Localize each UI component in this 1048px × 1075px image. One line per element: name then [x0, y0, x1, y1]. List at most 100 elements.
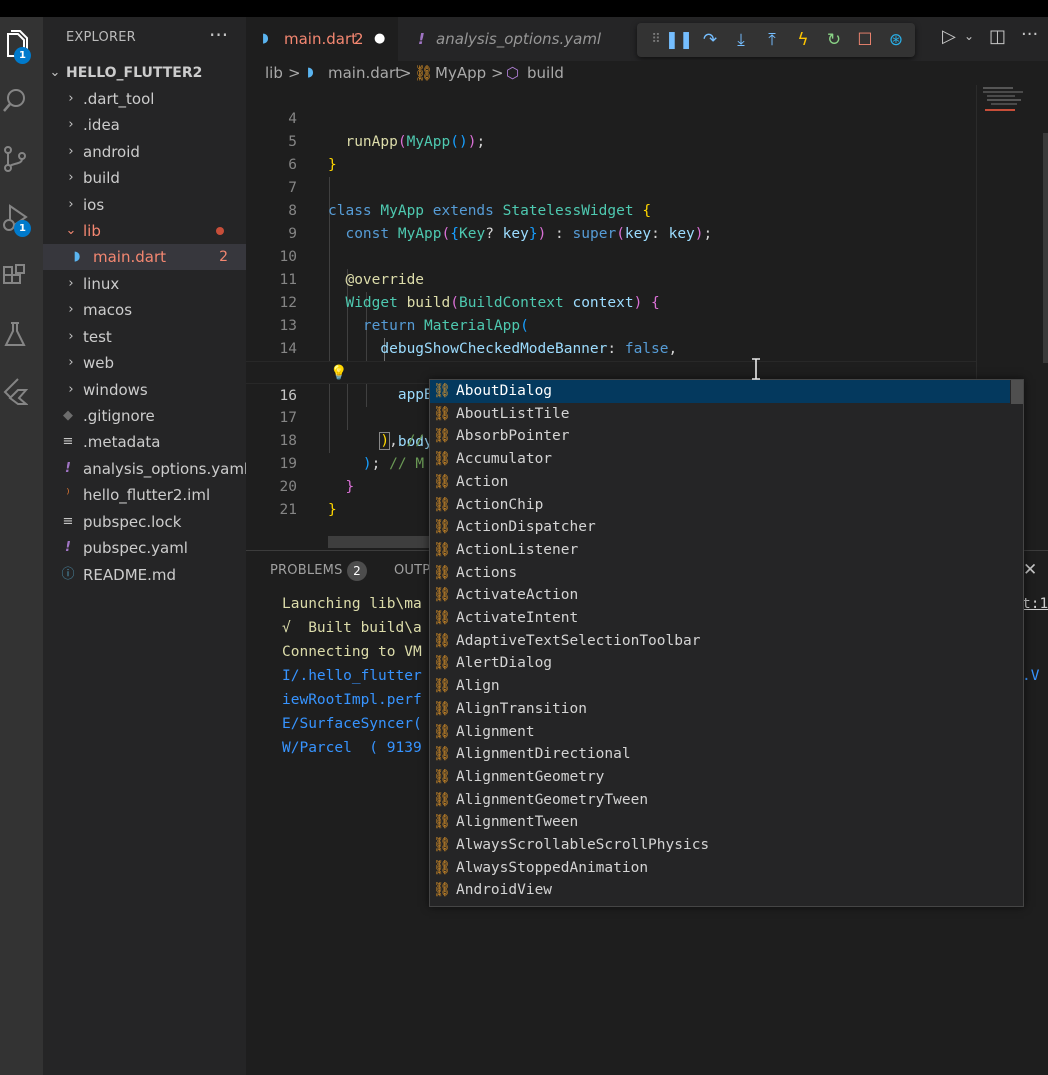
tree-item-iml[interactable]: ⁾ hello_flutter2.iml — [43, 482, 246, 508]
suggestion-item[interactable]: ⛓ Actions — [430, 562, 1010, 585]
tree-item-macos[interactable]: › macos — [43, 297, 246, 323]
suggestion-item[interactable]: ⛓ AlertDialog — [430, 652, 1010, 675]
flutter-icon[interactable] — [0, 373, 30, 409]
tree-item-pubspec-yaml[interactable]: ! pubspec.yaml — [43, 535, 246, 561]
extensions-icon[interactable] — [0, 259, 30, 295]
tree-item-label: main.dart — [93, 248, 167, 266]
dart-file-icon: ◗ — [307, 65, 314, 80]
explorer-badge: 1 — [14, 47, 31, 64]
breadcrumb-lib[interactable]: lib — [265, 61, 283, 85]
info-icon: ⓘ — [61, 567, 75, 582]
autocomplete-suggestions: ⛓ AboutDialog ⛓ AboutListTile ⛓ AbsorbPoint… — [429, 379, 1024, 907]
class-icon: ⛓ — [433, 655, 451, 672]
suggestion-item[interactable]: ⛓ AlwaysStoppedAnimation — [430, 857, 1010, 880]
breadcrumb-main-dart[interactable]: main.dart — [328, 61, 401, 85]
tree-item-dart-tool[interactable]: › .dart_tool — [43, 86, 246, 112]
suggestion-item[interactable]: ⛓ AbsorbPointer — [430, 425, 1010, 448]
tree-item-web[interactable]: › web — [43, 350, 246, 376]
breadcrumb-build[interactable]: build — [527, 61, 564, 85]
class-icon: ⛓ — [433, 541, 451, 558]
suggestion-item[interactable]: ⛓ ActivateIntent — [430, 607, 1010, 630]
suggestion-item[interactable]: ⛓ AndroidView — [430, 879, 1010, 902]
tab-problems[interactable]: PROBLEMS — [270, 563, 343, 578]
more-actions-icon[interactable]: ··· — [209, 23, 228, 47]
title-strip — [0, 0, 1048, 17]
pause-icon[interactable]: ❚❚ — [664, 23, 694, 57]
source-control-icon[interactable] — [0, 141, 30, 177]
suggestion-item[interactable]: ⛓ AdaptiveTextSelectionToolbar — [430, 630, 1010, 653]
testing-icon[interactable] — [0, 317, 30, 353]
code-line: 10 @override — [246, 223, 976, 288]
stop-icon[interactable]: ☐ — [850, 23, 880, 57]
suggestion-item[interactable]: ⛓ ActionChip — [430, 494, 1010, 517]
run-icon[interactable]: ▷ — [942, 26, 956, 47]
tree-item-windows[interactable]: › windows — [43, 377, 246, 403]
tree-item-main-dart[interactable]: ◗ main.dart 2 — [43, 244, 246, 270]
class-icon: ⛓ — [433, 564, 451, 581]
tree-item-pubspec-lock[interactable]: ≡ pubspec.lock — [43, 509, 246, 535]
suggestion-item[interactable]: ⛓ AlignTransition — [430, 698, 1010, 721]
tree-item-label: test — [83, 328, 112, 346]
devtools-icon[interactable]: ⊛ — [881, 23, 911, 57]
suggestion-item[interactable]: ⛓ ActionDispatcher — [430, 516, 1010, 539]
tree-item-label: web — [83, 354, 115, 372]
class-icon: ⛓ — [433, 814, 451, 831]
class-icon: ⛓ — [433, 496, 451, 513]
step-over-icon[interactable]: ↷ — [695, 23, 725, 57]
tree-item-label: build — [83, 169, 120, 187]
yaml-file-icon: ! — [418, 30, 425, 48]
lightbulb-icon[interactable]: 💡 — [330, 362, 347, 385]
suggestion-item[interactable]: ⛓ AlignmentDirectional — [430, 743, 1010, 766]
step-into-icon[interactable]: ⤓ — [726, 23, 756, 57]
more-actions-icon[interactable]: ··· — [1021, 24, 1038, 45]
tree-item-linux[interactable]: › linux — [43, 271, 246, 297]
suggestion-item[interactable]: ⛓ AlwaysScrollableScrollPhysics — [430, 834, 1010, 857]
search-icon[interactable] — [0, 83, 30, 119]
output-line: iewRootImpl.perf — [282, 692, 422, 708]
class-icon: ⛓ — [433, 859, 451, 876]
tab-analysis-options[interactable]: ! analysis_options.yaml — [398, 17, 638, 61]
chevron-right-icon: › — [68, 355, 74, 370]
unsaved-dot-icon[interactable]: ● — [374, 17, 385, 61]
output-link[interactable]: t:1 — [1022, 592, 1048, 616]
tree-item-android[interactable]: › android — [43, 139, 246, 165]
suggestion-item[interactable]: ⛓ ActionListener — [430, 539, 1010, 562]
restart-icon[interactable]: ↻ — [819, 23, 849, 57]
output-fragment: .V — [1022, 668, 1040, 684]
breadcrumb-myapp[interactable]: MyApp — [435, 61, 486, 85]
debug-toolbar: ⠿ ❚❚ ↷ ⤓ ⤒ ϟ ↻ ☐ ⊛ — [637, 23, 915, 57]
hot-reload-icon[interactable]: ϟ — [788, 23, 818, 57]
suggestion-item[interactable]: ⛓ ActivateAction — [430, 584, 1010, 607]
tree-item-build[interactable]: › build — [43, 165, 246, 191]
split-editor-icon[interactable]: ◫ — [989, 26, 1006, 47]
line-number: 21 — [279, 502, 297, 518]
suggestion-item[interactable]: ⛓ AlignmentGeometryTween — [430, 789, 1010, 812]
suggestion-item[interactable]: ⛓ AlignmentGeometry — [430, 766, 1010, 789]
suggestions-scrollbar[interactable] — [1011, 380, 1023, 404]
tree-item-idea[interactable]: › .idea — [43, 112, 246, 138]
method-icon: ⬡ — [506, 64, 520, 82]
suggestion-item[interactable]: ⛓ Accumulator — [430, 448, 1010, 471]
tree-item-test[interactable]: › test — [43, 324, 246, 350]
suggestion-item[interactable]: ⛓ AlignmentTween — [430, 811, 1010, 834]
suggestion-item[interactable]: ⛓ Alignment — [430, 721, 1010, 744]
suggestion-item[interactable]: ⛓ Align — [430, 675, 1010, 698]
tree-item-analysis-options[interactable]: ! analysis_options.yaml — [43, 456, 248, 482]
suggestion-item[interactable]: ⛓ AboutListTile — [430, 403, 1010, 426]
tree-item-gitignore[interactable]: ◆ .gitignore — [43, 403, 246, 429]
step-out-icon[interactable]: ⤒ — [757, 23, 787, 57]
tab-main-dart[interactable]: ◗ main.dart 2 ● — [246, 17, 398, 61]
workspace-root[interactable]: ⌄ HELLO_FLUTTER2 — [43, 60, 246, 86]
suggestion-item[interactable]: ⛓ AboutDialog — [430, 380, 1010, 403]
tree-item-lib[interactable]: ⌄ lib — [43, 218, 246, 244]
close-panel-icon[interactable]: ✕ — [1023, 560, 1037, 580]
tree-item-readme[interactable]: ⓘ README.md — [43, 562, 246, 588]
run-dropdown-chevron-icon[interactable]: ⌄ — [964, 29, 974, 43]
tree-item-label: lib — [83, 222, 101, 240]
suggestion-item[interactable]: ⛓ Action — [430, 471, 1010, 494]
tree-item-metadata[interactable]: ≡ .metadata — [43, 429, 246, 455]
error-dot — [216, 227, 224, 235]
chevron-right-icon: › — [68, 117, 74, 132]
tree-item-ios[interactable]: › ios — [43, 192, 246, 218]
class-icon: ⛓ — [433, 587, 451, 604]
